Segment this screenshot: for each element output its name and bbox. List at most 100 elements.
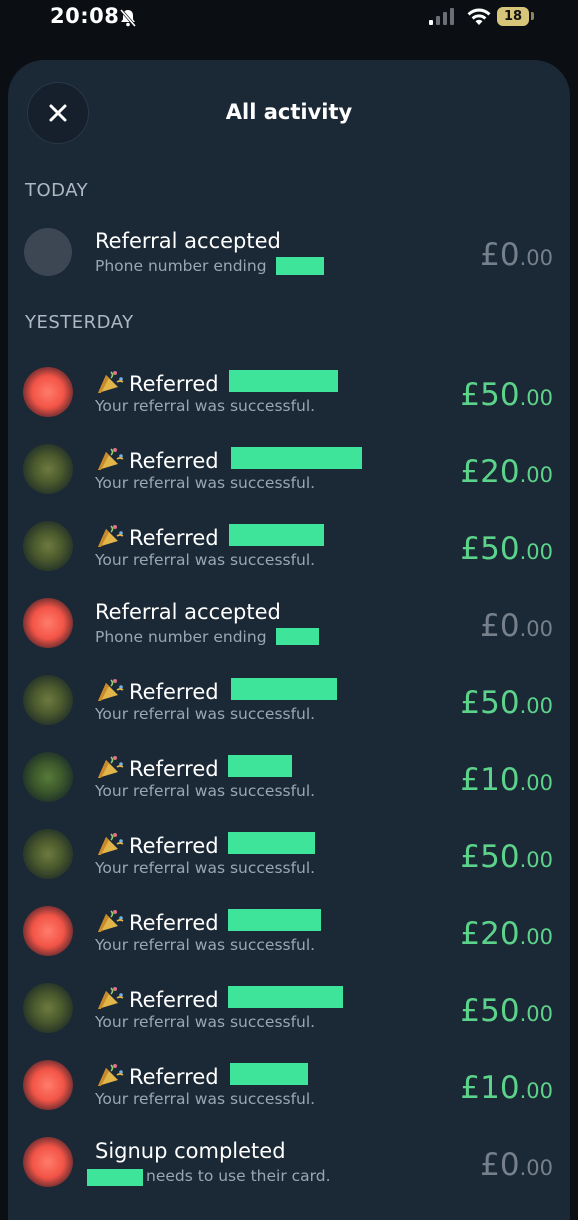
amount-main: £50	[460, 685, 520, 721]
amount-decimal: .00	[519, 463, 553, 487]
amount-main: £10	[460, 1070, 520, 1106]
row-amount: £10.00	[460, 1070, 553, 1106]
amount-main: £50	[460, 839, 520, 875]
row-title: Referred	[129, 1065, 219, 1089]
avatar	[23, 983, 73, 1033]
status-bar: 20:08 18	[0, 0, 578, 40]
row-amount: £20.00	[460, 916, 553, 952]
redaction-block	[231, 678, 337, 700]
row-title-wrap: Referred	[95, 831, 219, 858]
redaction-block	[228, 909, 321, 931]
row-title-wrap: Referred	[95, 677, 219, 704]
party-popper-icon	[98, 756, 124, 778]
row-subtitle: Your referral was successful.	[95, 1013, 316, 1031]
amount-decimal: .00	[519, 617, 553, 641]
row-title: Referred	[129, 911, 219, 935]
activity-row[interactable]: Referred Your referral was successful. £…	[0, 1050, 578, 1120]
row-title: Referred	[129, 680, 219, 704]
page-title: All activity	[225, 100, 353, 124]
amount-main: £50	[460, 531, 520, 567]
activity-row[interactable]: Referred Your referral was successful. £…	[0, 434, 578, 504]
redaction-block	[230, 1063, 308, 1085]
row-title-wrap: Referred	[95, 446, 219, 473]
row-amount: £20.00	[460, 454, 553, 490]
redaction-block	[229, 370, 338, 392]
party-popper-icon	[98, 371, 124, 393]
row-subtitle: Your referral was successful.	[95, 397, 316, 415]
row-amount: £50.00	[460, 377, 553, 413]
avatar	[23, 367, 73, 417]
row-title: Referred	[129, 449, 219, 473]
party-popper-icon	[98, 1064, 124, 1086]
avatar	[23, 752, 73, 802]
amount-decimal: .00	[519, 540, 553, 564]
amount-main: £50	[460, 377, 520, 413]
row-amount: £10.00	[460, 762, 553, 798]
avatar	[23, 598, 73, 648]
amount-main: £50	[460, 993, 520, 1029]
avatar	[24, 228, 72, 276]
row-title: Referred	[129, 372, 219, 396]
avatar	[23, 521, 73, 571]
amount-main: £20	[460, 454, 520, 490]
amount-main: £0	[480, 1147, 520, 1183]
row-amount: £0.00	[480, 608, 553, 644]
party-popper-icon	[98, 910, 124, 932]
activity-row[interactable]: Referred Your referral was successful. £…	[0, 742, 578, 812]
redaction-block	[87, 1169, 143, 1186]
row-title: Signup completed	[95, 1139, 286, 1163]
row-title-wrap: Referred	[95, 523, 219, 550]
row-amount: £50.00	[460, 685, 553, 721]
row-subtitle: needs to use their card.	[146, 1167, 331, 1185]
amount-main: £10	[460, 762, 520, 798]
wifi-icon	[467, 8, 491, 25]
avatar	[23, 444, 73, 494]
activity-row[interactable]: Referred Your referral was successful. £…	[0, 357, 578, 427]
redaction-block	[229, 524, 324, 546]
activity-row[interactable]: Referral accepted Phone number ending £0…	[0, 217, 578, 287]
avatar	[23, 1060, 73, 1110]
row-subtitle: Your referral was successful.	[95, 859, 316, 877]
row-subtitle: Your referral was successful.	[95, 551, 316, 569]
section-label-today: TODAY	[25, 180, 89, 201]
party-popper-icon	[98, 987, 124, 1009]
activity-row[interactable]: Referred Your referral was successful. £…	[0, 973, 578, 1043]
activity-row[interactable]: Signup completed needs to use their card…	[0, 1127, 578, 1197]
row-amount: £50.00	[460, 531, 553, 567]
redaction-block	[231, 447, 362, 469]
amount-main: £20	[460, 916, 520, 952]
row-amount: £50.00	[460, 839, 553, 875]
activity-row[interactable]: Referral accepted Phone number ending £0…	[0, 588, 578, 658]
redaction-block	[276, 257, 324, 275]
amount-decimal: .00	[519, 1156, 553, 1180]
row-amount: £50.00	[460, 993, 553, 1029]
amount-main: £0	[480, 237, 520, 273]
row-subtitle: Phone number ending	[95, 628, 267, 646]
battery-indicator: 18	[497, 7, 529, 26]
activity-row[interactable]: Referred Your referral was successful. £…	[0, 665, 578, 735]
row-subtitle: Phone number ending	[95, 257, 267, 275]
avatar	[23, 1137, 73, 1187]
row-title: Referral accepted	[95, 229, 281, 253]
redaction-block	[228, 986, 343, 1008]
party-popper-icon	[98, 679, 124, 701]
section-label-yesterday: YESTERDAY	[25, 312, 134, 333]
row-title-wrap: Referred	[95, 1062, 219, 1089]
row-subtitle: Your referral was successful.	[95, 705, 316, 723]
row-amount: £0.00	[480, 1147, 553, 1183]
party-popper-icon	[98, 525, 124, 547]
activity-row[interactable]: Referred Your referral was successful. £…	[0, 819, 578, 889]
row-title: Referred	[129, 988, 219, 1012]
row-subtitle: Your referral was successful.	[95, 936, 316, 954]
avatar	[23, 906, 73, 956]
row-title: Referred	[129, 757, 219, 781]
row-title: Referred	[129, 834, 219, 858]
row-title: Referred	[129, 526, 219, 550]
activity-row[interactable]: Referred Your referral was successful. £…	[0, 511, 578, 581]
row-title-wrap: Referred	[95, 985, 219, 1012]
row-title: Referral accepted	[95, 600, 281, 624]
status-time: 20:08	[50, 4, 120, 28]
activity-row[interactable]: Referred Your referral was successful. £…	[0, 896, 578, 966]
amount-decimal: .00	[519, 386, 553, 410]
row-subtitle: Your referral was successful.	[95, 1090, 316, 1108]
